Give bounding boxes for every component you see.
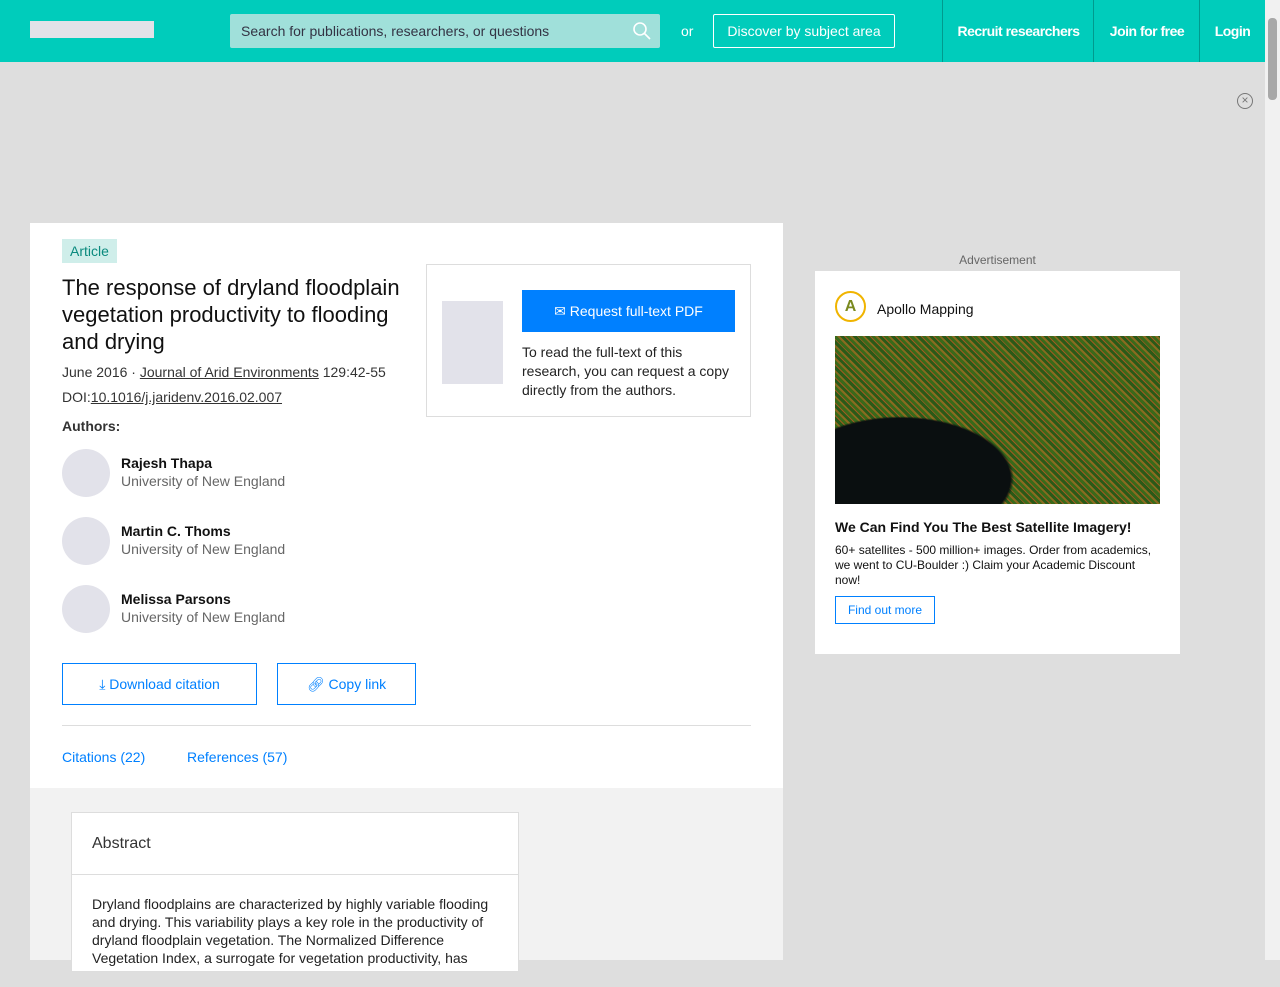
- authors-label: Authors:: [62, 418, 121, 434]
- request-description: To read the full-text of this research, …: [522, 344, 730, 398]
- download-citation-button[interactable]: ⤓ Download citation: [62, 663, 257, 705]
- or-text: or: [681, 23, 694, 39]
- author-name[interactable]: Melissa Parsons: [121, 591, 231, 607]
- author-affiliation: University of New England: [121, 609, 286, 625]
- scrollbar-thumb[interactable]: [1268, 18, 1277, 100]
- download-icon: ⤓: [99, 676, 110, 692]
- avatar: [62, 449, 110, 497]
- article-card: Article The response of dryland floodpla…: [30, 223, 783, 788]
- abstract-card: Abstract Dryland floodplains are charact…: [71, 812, 519, 972]
- ad-headline[interactable]: We Can Find You The Best Satellite Image…: [835, 519, 1131, 535]
- request-fulltext-button[interactable]: ✉ Request full-text PDF: [522, 290, 735, 332]
- discover-button[interactable]: Discover by subject area: [713, 14, 895, 48]
- author-affiliation: University of New England: [121, 541, 286, 557]
- author-item[interactable]: Melissa Parsons University of New England: [62, 585, 362, 633]
- mail-icon: ✉: [554, 303, 570, 319]
- avatar: [62, 585, 110, 633]
- doi-link[interactable]: 10.1016/j.jaridenv.2016.02.007: [91, 389, 282, 405]
- copy-link-label: Copy link: [328, 676, 387, 692]
- doi: DOI:10.1016/j.jaridenv.2016.02.007: [62, 389, 282, 405]
- author-name[interactable]: Rajesh Thapa: [121, 455, 212, 471]
- request-fulltext-box: ✉ Request full-text PDF To read the full…: [426, 264, 751, 417]
- doi-label: DOI:: [62, 389, 91, 405]
- download-citation-label: Download citation: [109, 676, 220, 692]
- request-label: Request full-text PDF: [569, 303, 703, 319]
- top-bar: Search for publications, researchers, or…: [0, 0, 1265, 62]
- pdf-thumbnail: [442, 301, 503, 384]
- tab-citations[interactable]: Citations (22): [62, 749, 145, 765]
- copy-link-button[interactable]: 🔗︎ Copy link: [277, 663, 416, 705]
- logo[interactable]: [30, 21, 154, 38]
- search-icon[interactable]: [632, 21, 652, 41]
- author-item[interactable]: Rajesh Thapa University of New England: [62, 449, 362, 497]
- find-out-more-button[interactable]: Find out more: [835, 596, 935, 624]
- author-item[interactable]: Martin C. Thoms University of New England: [62, 517, 362, 565]
- recruit-researchers-link[interactable]: Recruit researchers: [942, 0, 1094, 62]
- search-placeholder: Search for publications, researchers, or…: [241, 23, 550, 39]
- pages: 129:42-55: [318, 364, 386, 380]
- close-ad-icon[interactable]: ×: [1237, 93, 1253, 109]
- advertisement-label: Advertisement: [959, 253, 1036, 267]
- login-link[interactable]: Login: [1199, 0, 1265, 62]
- date: June 2016 ·: [62, 364, 140, 380]
- author-name[interactable]: Martin C. Thoms: [121, 523, 231, 539]
- scrollbar[interactable]: [1265, 0, 1280, 960]
- advertisement[interactable]: A Apollo Mapping We Can Find You The Bes…: [815, 271, 1180, 654]
- abstract-heading: Abstract: [72, 813, 518, 875]
- abstract-text: Dryland floodplains are characterized by…: [92, 896, 489, 966]
- publication-info: June 2016 · Journal of Arid Environments…: [62, 364, 386, 380]
- journal-link[interactable]: Journal of Arid Environments: [140, 364, 319, 380]
- tab-references[interactable]: References (57): [187, 749, 287, 765]
- search-input[interactable]: Search for publications, researchers, or…: [230, 14, 660, 48]
- divider: [62, 725, 751, 726]
- avatar: [62, 517, 110, 565]
- article-title: The response of dryland floodplain veget…: [62, 275, 400, 354]
- link-icon: 🔗︎: [306, 676, 329, 692]
- ad-body: 60+ satellites - 500 million+ images. Or…: [835, 543, 1152, 587]
- article-type-badge: Article: [62, 239, 117, 263]
- content-area: Abstract Dryland floodplains are charact…: [30, 788, 783, 972]
- advertiser-name[interactable]: Apollo Mapping: [877, 301, 974, 317]
- author-affiliation: University of New England: [121, 473, 286, 489]
- advertiser-logo-icon: A: [835, 291, 866, 322]
- ad-satellite-image[interactable]: [835, 336, 1160, 504]
- join-link[interactable]: Join for free: [1093, 0, 1200, 62]
